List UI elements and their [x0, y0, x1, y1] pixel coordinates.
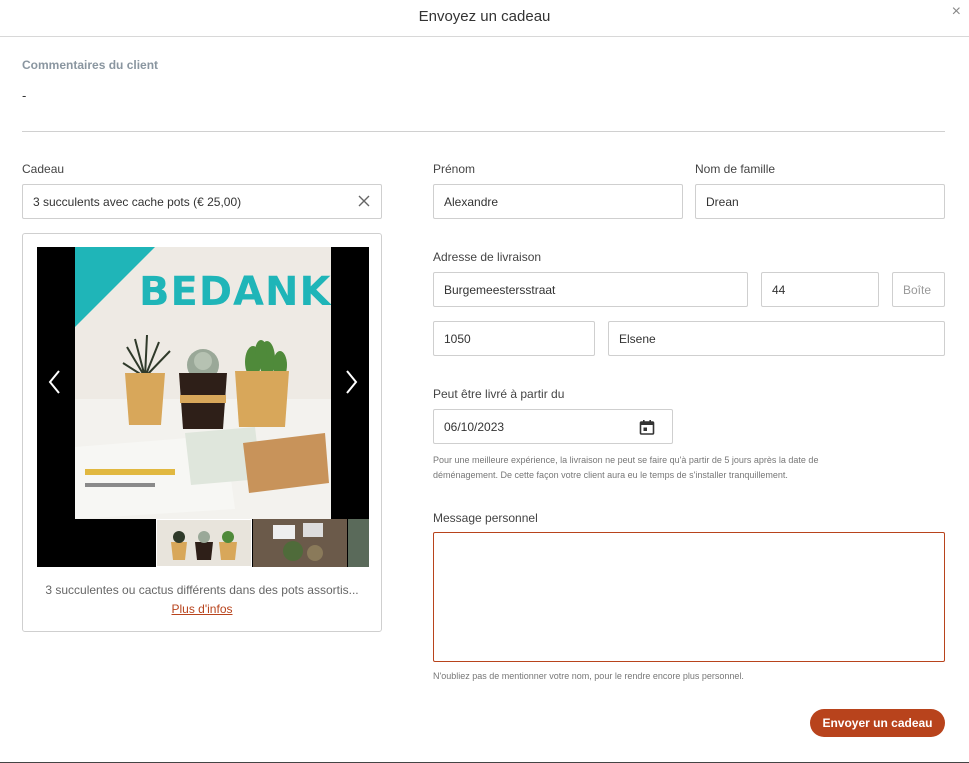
thumbnail-1[interactable] [156, 519, 252, 567]
more-info-link[interactable]: Plus d'infos [23, 602, 381, 616]
thumbnail-strip [37, 519, 369, 567]
first-name-field[interactable]: Alexandre [433, 184, 683, 219]
close-icon[interactable]: × [952, 4, 961, 20]
address-label: Adresse de livraison [433, 250, 542, 264]
last-name-label: Nom de famille [695, 162, 776, 176]
modal-header: Envoyez un cadeau × [0, 0, 969, 37]
delivery-date-value: 06/10/2023 [444, 419, 505, 434]
gift-modal: Envoyez un cadeau × Commentaires du clie… [0, 0, 969, 763]
last-name-field[interactable]: Drean [695, 184, 945, 219]
calendar-icon[interactable] [639, 419, 655, 435]
gift-label: Cadeau [22, 162, 65, 176]
divider [22, 131, 945, 132]
thumbnail-2[interactable] [253, 519, 347, 567]
chevron-right-icon[interactable] [341, 367, 361, 397]
send-gift-button[interactable]: Envoyer un cadeau [810, 709, 945, 737]
comments-value: - [22, 88, 27, 103]
first-name-label: Prénom [433, 162, 476, 176]
gift-card: BEDANKT! [22, 233, 382, 632]
date-help-line-2: déménagement. De cette façon votre clien… [433, 470, 788, 480]
plants-illustration [75, 334, 329, 519]
thumbnail-1-image [171, 531, 237, 560]
date-label: Peut être livré à partir du [433, 387, 565, 401]
delivery-date-field[interactable]: 06/10/2023 [433, 409, 673, 444]
message-label: Message personnel [433, 511, 538, 525]
house-number-field[interactable]: 44 [761, 272, 879, 307]
date-help-line-1: Pour une meilleure expérience, la livrai… [433, 455, 819, 465]
comments-label: Commentaires du client [22, 58, 159, 72]
message-textarea[interactable] [433, 532, 945, 662]
modal-title: Envoyez un cadeau [418, 8, 551, 25]
chevron-left-icon[interactable] [45, 367, 65, 397]
gift-select-value: 3 succulents avec cache pots (€ 25,00) [33, 194, 242, 209]
gift-caption: 3 succulentes ou cactus différents dans … [45, 583, 359, 597]
thumbnail-3[interactable] [348, 519, 369, 567]
street-field[interactable]: Burgemeestersstraat [433, 272, 748, 307]
box-field[interactable]: Boîte [892, 272, 945, 307]
thumbnail-2-image [273, 523, 323, 561]
gift-photo: BEDANKT! [75, 247, 331, 519]
gift-select[interactable]: 3 succulents avec cache pots (€ 25,00) [22, 184, 382, 219]
city-field[interactable]: Elsene [608, 321, 945, 356]
message-help: N'oubliez pas de mentionner votre nom, p… [433, 671, 744, 681]
clear-icon[interactable] [357, 194, 371, 208]
postal-code-field[interactable]: 1050 [433, 321, 595, 356]
image-carousel: BEDANKT! [37, 247, 369, 567]
